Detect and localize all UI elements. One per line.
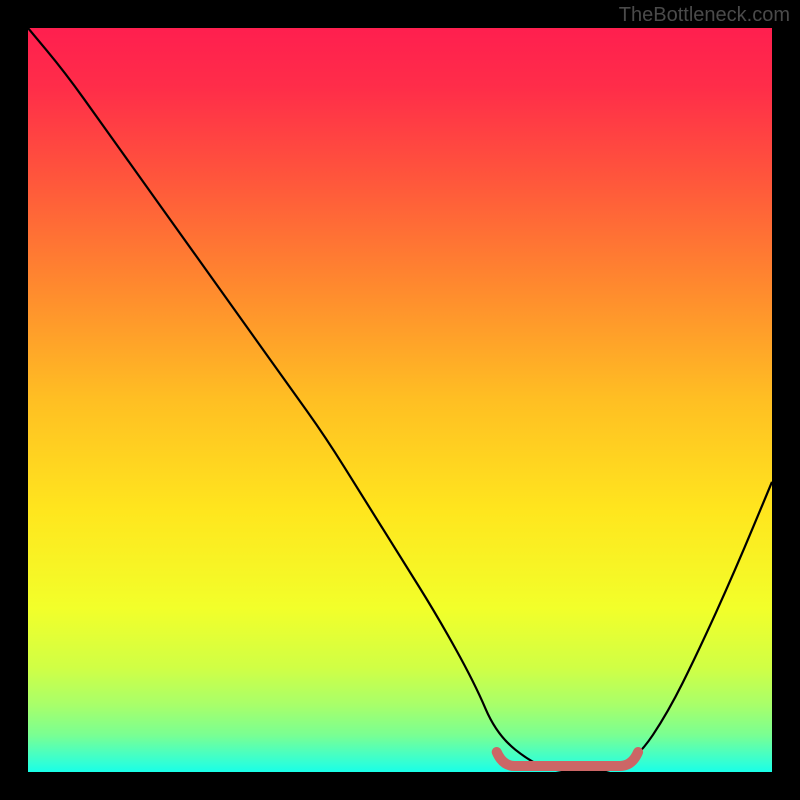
plot-area [28, 28, 772, 772]
gradient-background [28, 28, 772, 772]
chart-svg [28, 28, 772, 772]
chart-container: TheBottleneck.com [0, 0, 800, 800]
watermark-text: TheBottleneck.com [619, 4, 790, 27]
